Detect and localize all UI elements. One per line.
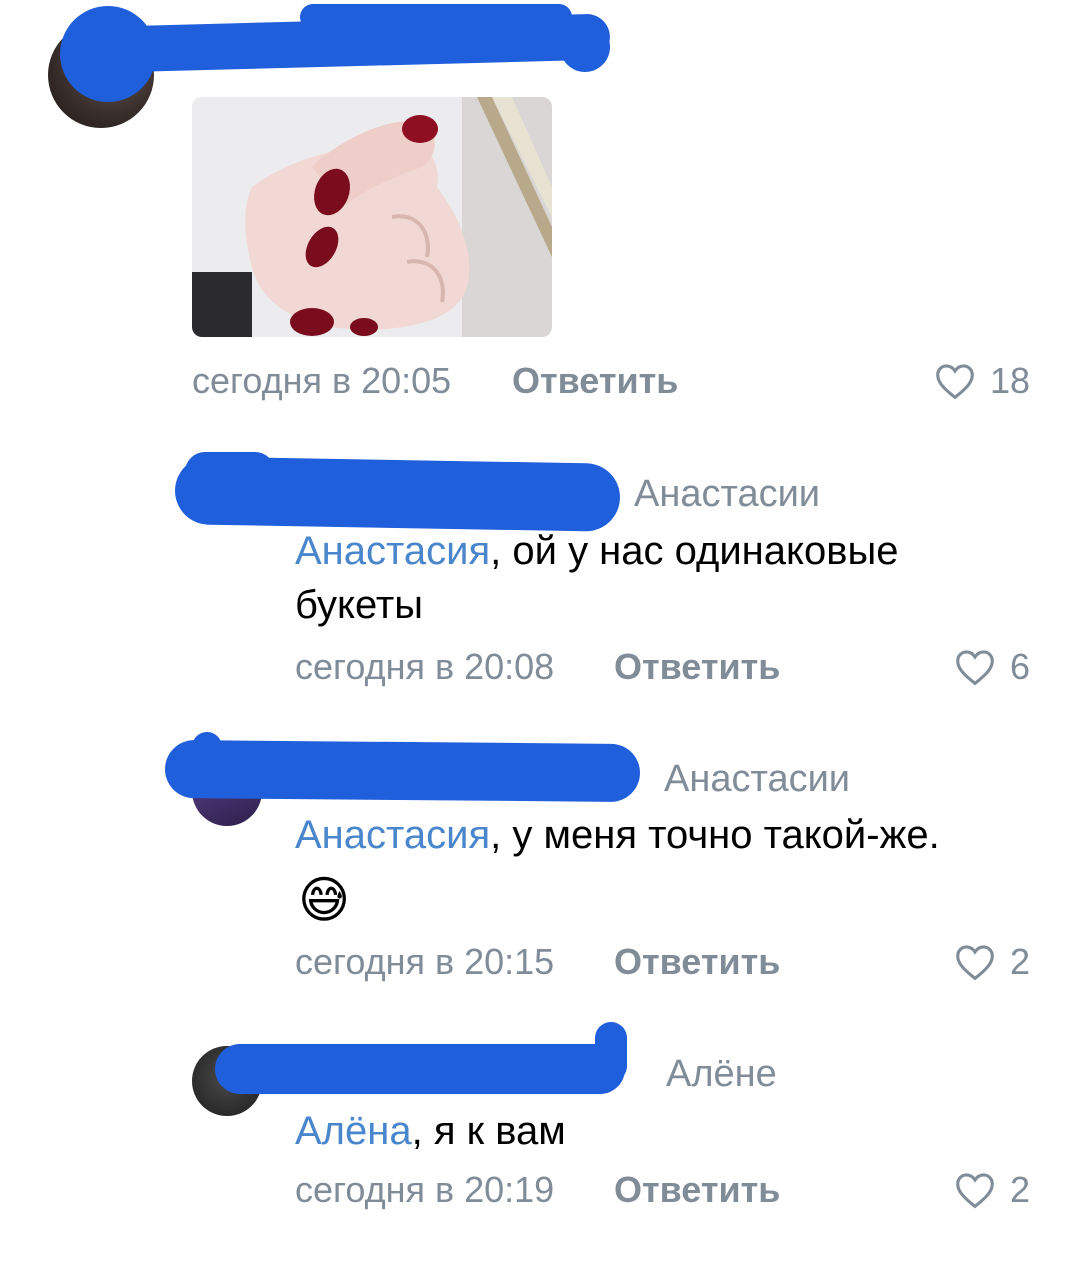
redaction-mark [215,1044,625,1094]
redaction-mark [164,739,641,803]
comment-time: сегодня в 20:08 [295,646,555,687]
likes-count: 6 [1009,646,1030,687]
reply-button[interactable]: Ответить [614,646,780,688]
photo-attachment[interactable] [192,97,552,337]
redaction-mark [300,4,572,30]
comment-body: , я к вам [411,1109,566,1153]
like-button[interactable]: 2 [954,1169,1030,1211]
redaction-mark [595,1022,627,1082]
redaction-mark [560,22,610,72]
redaction-mark [185,452,275,492]
reply-addressee[interactable]: Анастасии [634,473,820,516]
mention-link[interactable]: Анастасия [295,529,490,573]
heart-outline-icon [956,1173,994,1209]
likes-count: 2 [1009,941,1030,982]
comment-text: Алёна, я к вам [295,1104,1025,1158]
reply-button[interactable]: Ответить [614,1169,780,1211]
sweat-smile-emoji: 😅 [298,872,351,928]
comment-time: сегодня в 20:05 [192,360,452,401]
comment-text: Анастасия, ой у нас одинаковые букеты [295,524,1025,632]
photo-image [192,97,552,337]
heart-outline-icon [956,945,994,981]
heart-outline-icon [956,650,994,686]
mention-link[interactable]: Алёна [295,1109,412,1153]
comment-text: Анастасия, у меня точно такой-же. [295,808,1040,862]
like-button[interactable]: 18 [934,360,1030,402]
likes-count: 18 [989,360,1030,401]
reply-button[interactable]: Ответить [614,941,780,983]
reply-addressee[interactable]: Алёне [666,1053,777,1096]
reply-addressee[interactable]: Анастасии [664,758,850,801]
likes-count: 2 [1009,1169,1030,1210]
redaction-mark [192,732,222,772]
mention-link[interactable]: Анастасия [295,813,490,857]
like-button[interactable]: 6 [954,646,1030,688]
comment-body: , у меня точно такой-же. [490,813,940,857]
like-button[interactable]: 2 [954,941,1030,983]
heart-outline-icon [936,364,974,400]
comment-time: сегодня в 20:19 [295,1169,555,1210]
reply-button[interactable]: Ответить [512,360,678,402]
comment-time: сегодня в 20:15 [295,941,555,982]
